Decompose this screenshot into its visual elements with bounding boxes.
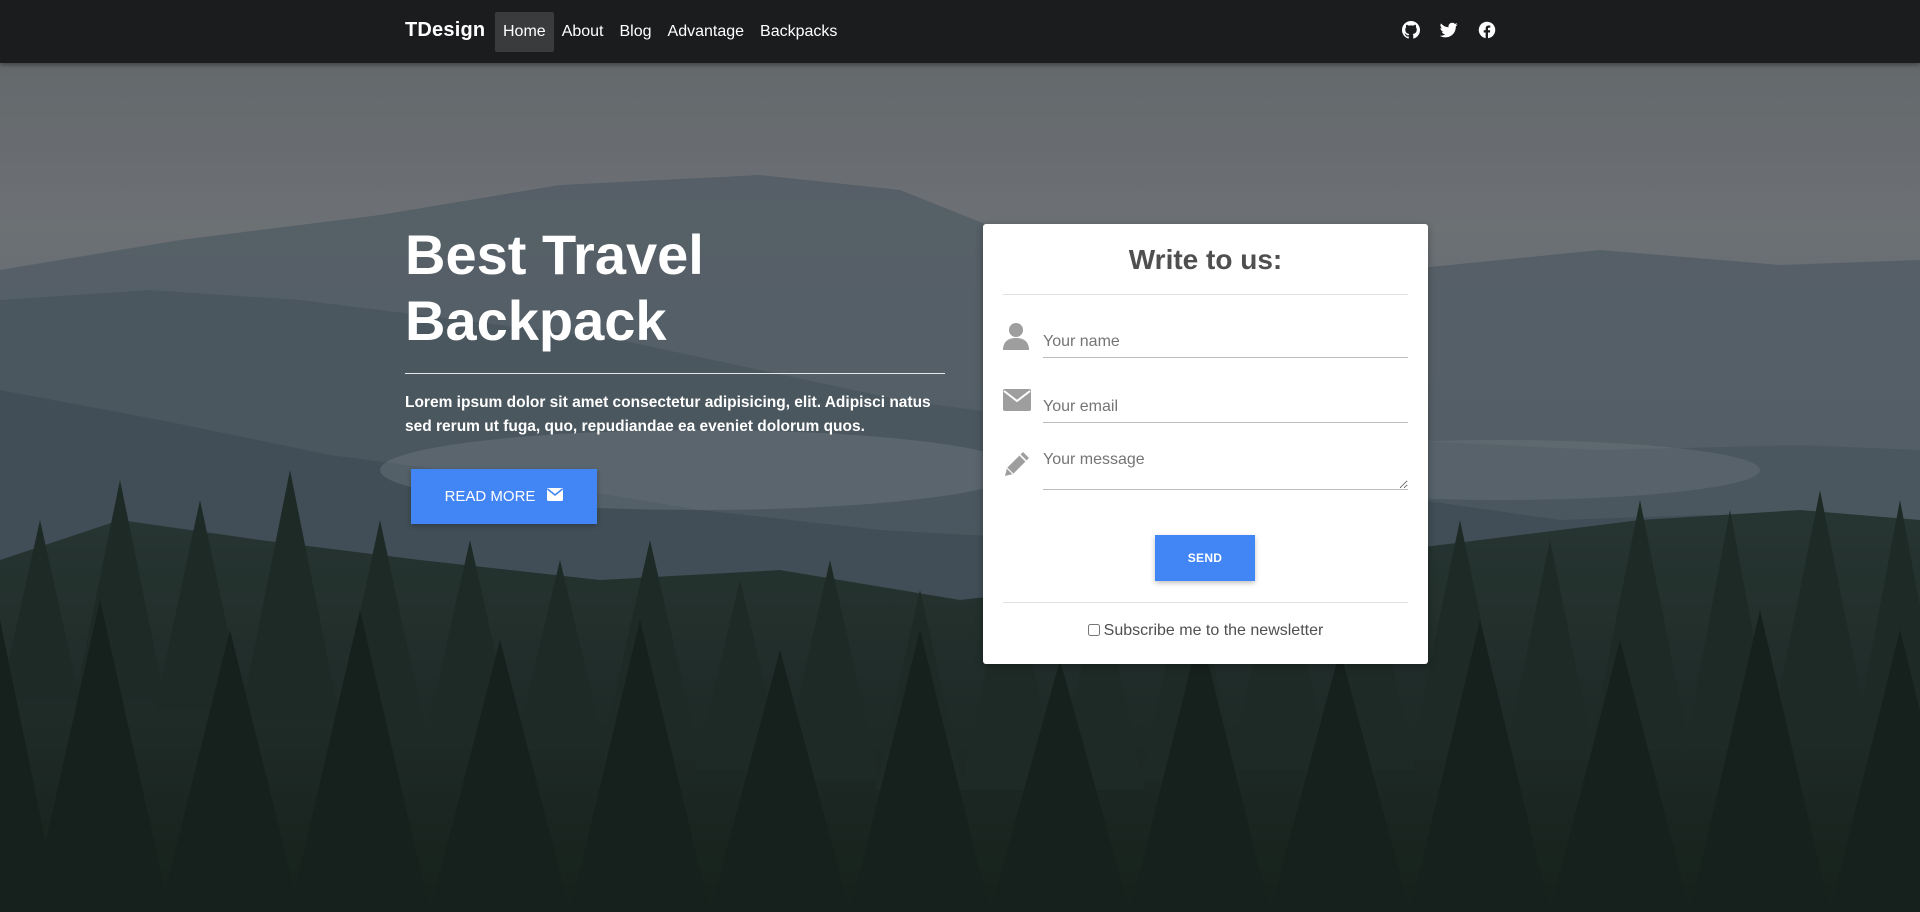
github-icon[interactable] <box>1402 21 1422 41</box>
hero-title: Best Travel Backpack <box>405 222 965 354</box>
send-button[interactable]: SEND <box>1155 535 1255 581</box>
message-textarea[interactable] <box>1043 451 1408 490</box>
contact-form-card: Write to us: SEND Subscribe me to the ne… <box>983 224 1428 664</box>
read-more-button[interactable]: READ MORE <box>411 469 597 524</box>
nav-item-advantage[interactable]: Advantage <box>660 12 753 52</box>
form-title: Write to us: <box>1128 244 1283 275</box>
name-input[interactable] <box>1043 327 1408 358</box>
nav-item-home[interactable]: Home <box>495 12 554 52</box>
hero-title-line-2: Backpack <box>405 289 667 352</box>
email-input[interactable] <box>1043 392 1408 423</box>
facebook-icon[interactable] <box>1478 21 1498 41</box>
social-links <box>1402 21 1516 41</box>
user-icon <box>1003 322 1031 350</box>
hero-description: Lorem ipsum dolor sit amet consectetur a… <box>405 394 931 435</box>
nav-item-backpacks[interactable]: Backpacks <box>752 12 845 52</box>
envelope-icon <box>547 488 564 505</box>
read-more-label: READ MORE <box>444 488 536 505</box>
twitter-icon[interactable] <box>1440 21 1460 41</box>
nav-item-about[interactable]: About <box>554 12 612 52</box>
nav-item-blog[interactable]: Blog <box>612 12 660 52</box>
hero-title-line-1: Best Travel <box>405 223 704 286</box>
form-divider-top <box>1003 294 1408 295</box>
subscribe-checkbox[interactable] <box>1087 624 1100 636</box>
email-envelope-icon <box>1003 389 1031 417</box>
pencil-icon <box>1003 450 1031 478</box>
form-divider-bottom <box>1003 602 1408 603</box>
top-navbar: TDesign Home About Blog Advantage Backpa… <box>0 0 1920 63</box>
background-forest-image <box>0 0 1920 912</box>
brand-logo[interactable]: TDesign <box>405 19 485 42</box>
subscribe-label: Subscribe me to the newsletter <box>1103 622 1324 639</box>
main-nav: Home About Blog Advantage Backpacks <box>495 12 845 52</box>
subscribe-option: Subscribe me to the newsletter <box>983 622 1428 640</box>
hero-divider <box>405 373 945 374</box>
